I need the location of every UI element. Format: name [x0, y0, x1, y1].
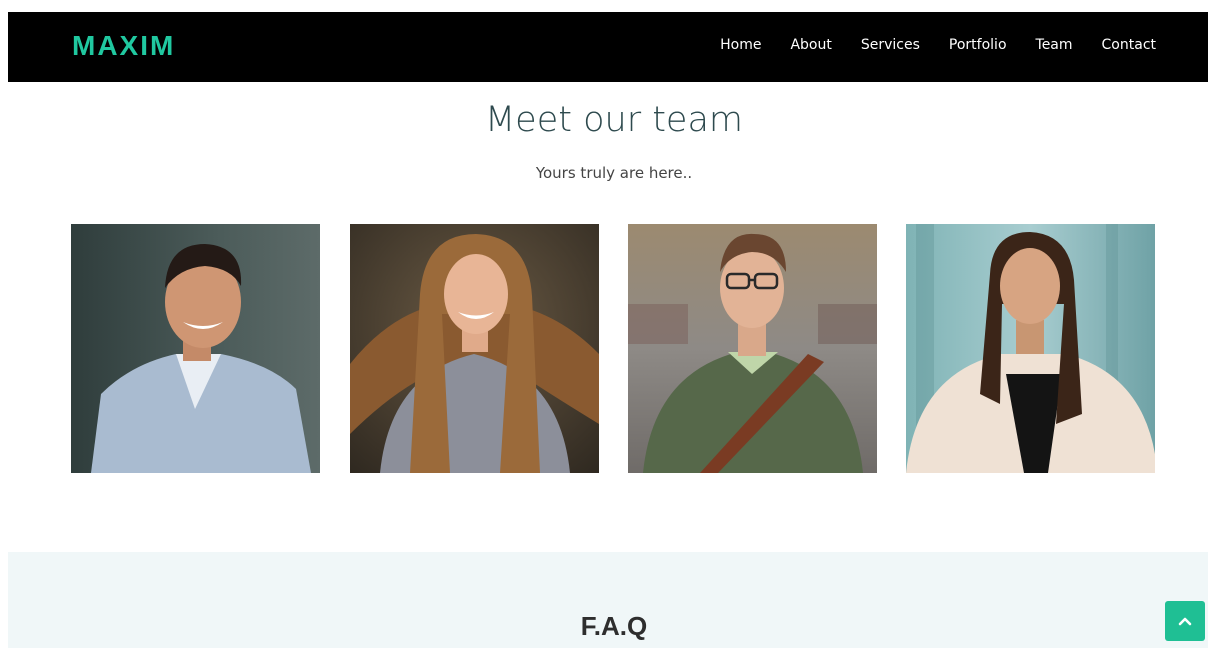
- brand-logo[interactable]: MAXIM: [72, 29, 175, 63]
- nav-about[interactable]: About: [790, 35, 831, 55]
- team-section-title: Meet our team: [484, 100, 744, 140]
- nav-contact[interactable]: Contact: [1102, 35, 1156, 55]
- chevron-up-icon: [1178, 617, 1192, 626]
- back-to-top-button[interactable]: [1165, 601, 1205, 641]
- page: MAXIM Home About Services Portfolio Team…: [0, 0, 1208, 648]
- navbar: MAXIM Home About Services Portfolio Team…: [8, 12, 1208, 82]
- portrait-man-glasses: [628, 224, 877, 473]
- nav-portfolio[interactable]: Portfolio: [949, 35, 1007, 55]
- nav-home[interactable]: Home: [720, 35, 761, 55]
- team-member-photo-3[interactable]: [628, 224, 877, 473]
- team-member-photo-2[interactable]: [350, 224, 599, 473]
- portrait-woman-long-hair: [350, 224, 599, 473]
- nav-team[interactable]: Team: [1036, 35, 1073, 55]
- team-member-photo-4[interactable]: [906, 224, 1155, 473]
- faq-title: F.A.Q: [580, 611, 648, 641]
- nav-services[interactable]: Services: [861, 35, 920, 55]
- team-section-subtitle: Yours truly are here..: [535, 164, 693, 182]
- faq-section: F.A.Q: [8, 552, 1208, 648]
- team-grid: [71, 224, 1156, 473]
- team-member-photo-1[interactable]: [71, 224, 320, 473]
- portrait-man-smiling: [71, 224, 320, 473]
- portrait-woman-blazer: [906, 224, 1155, 473]
